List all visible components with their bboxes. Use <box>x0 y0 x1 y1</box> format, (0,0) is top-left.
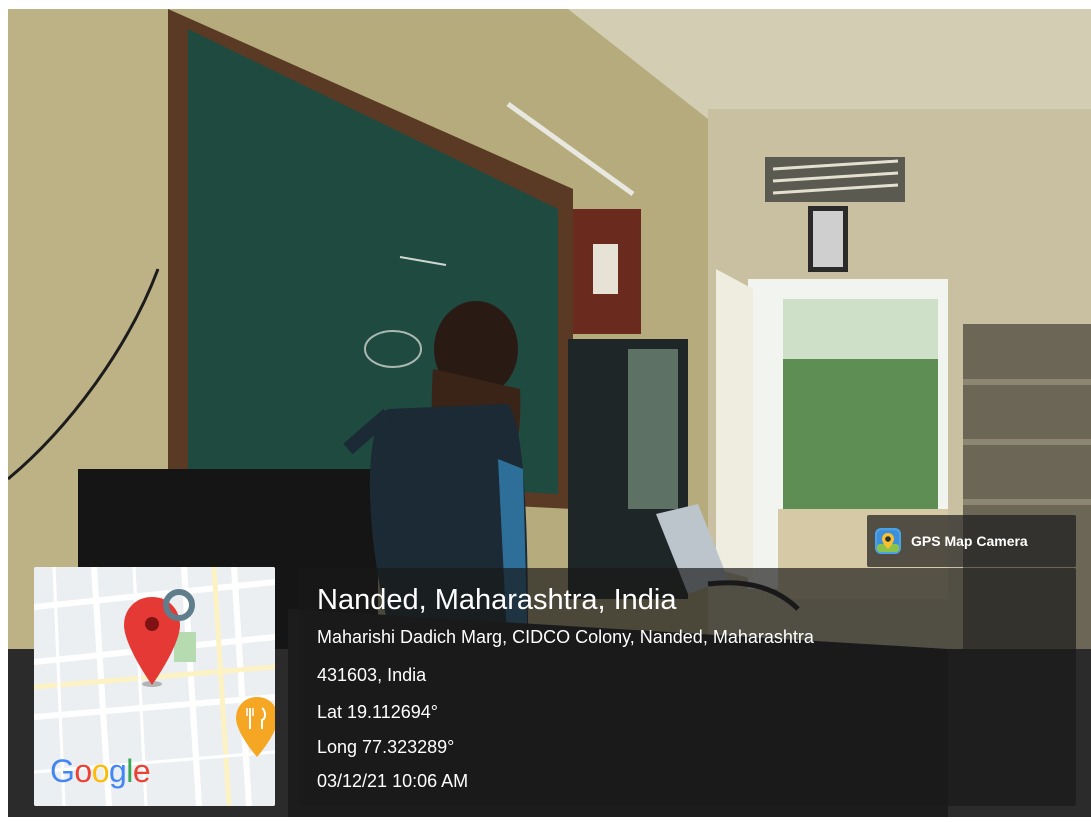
latitude-text: Lat 19.112694° <box>317 702 438 722</box>
datetime-text: 03/12/21 10:06 AM <box>317 771 469 791</box>
gps-map-camera-badge: GPS Map Camera <box>867 515 1076 567</box>
gps-map-camera-label: GPS Map Camera <box>911 533 1028 549</box>
map-thumbnail: Google <box>34 567 275 806</box>
location-title: Nanded, Maharashtra, India <box>317 584 677 616</box>
longitude-text: Long 77.323289° <box>317 737 455 757</box>
address-line-2: 431603, India <box>317 665 427 685</box>
location-info-panel: Nanded, Maharashtra, India Maharishi Dad… <box>299 568 1076 806</box>
address-line-1: Maharishi Dadich Marg, CIDCO Colony, Nan… <box>317 627 814 647</box>
gps-map-camera-icon <box>875 528 901 554</box>
google-logo: Google <box>50 753 151 789</box>
